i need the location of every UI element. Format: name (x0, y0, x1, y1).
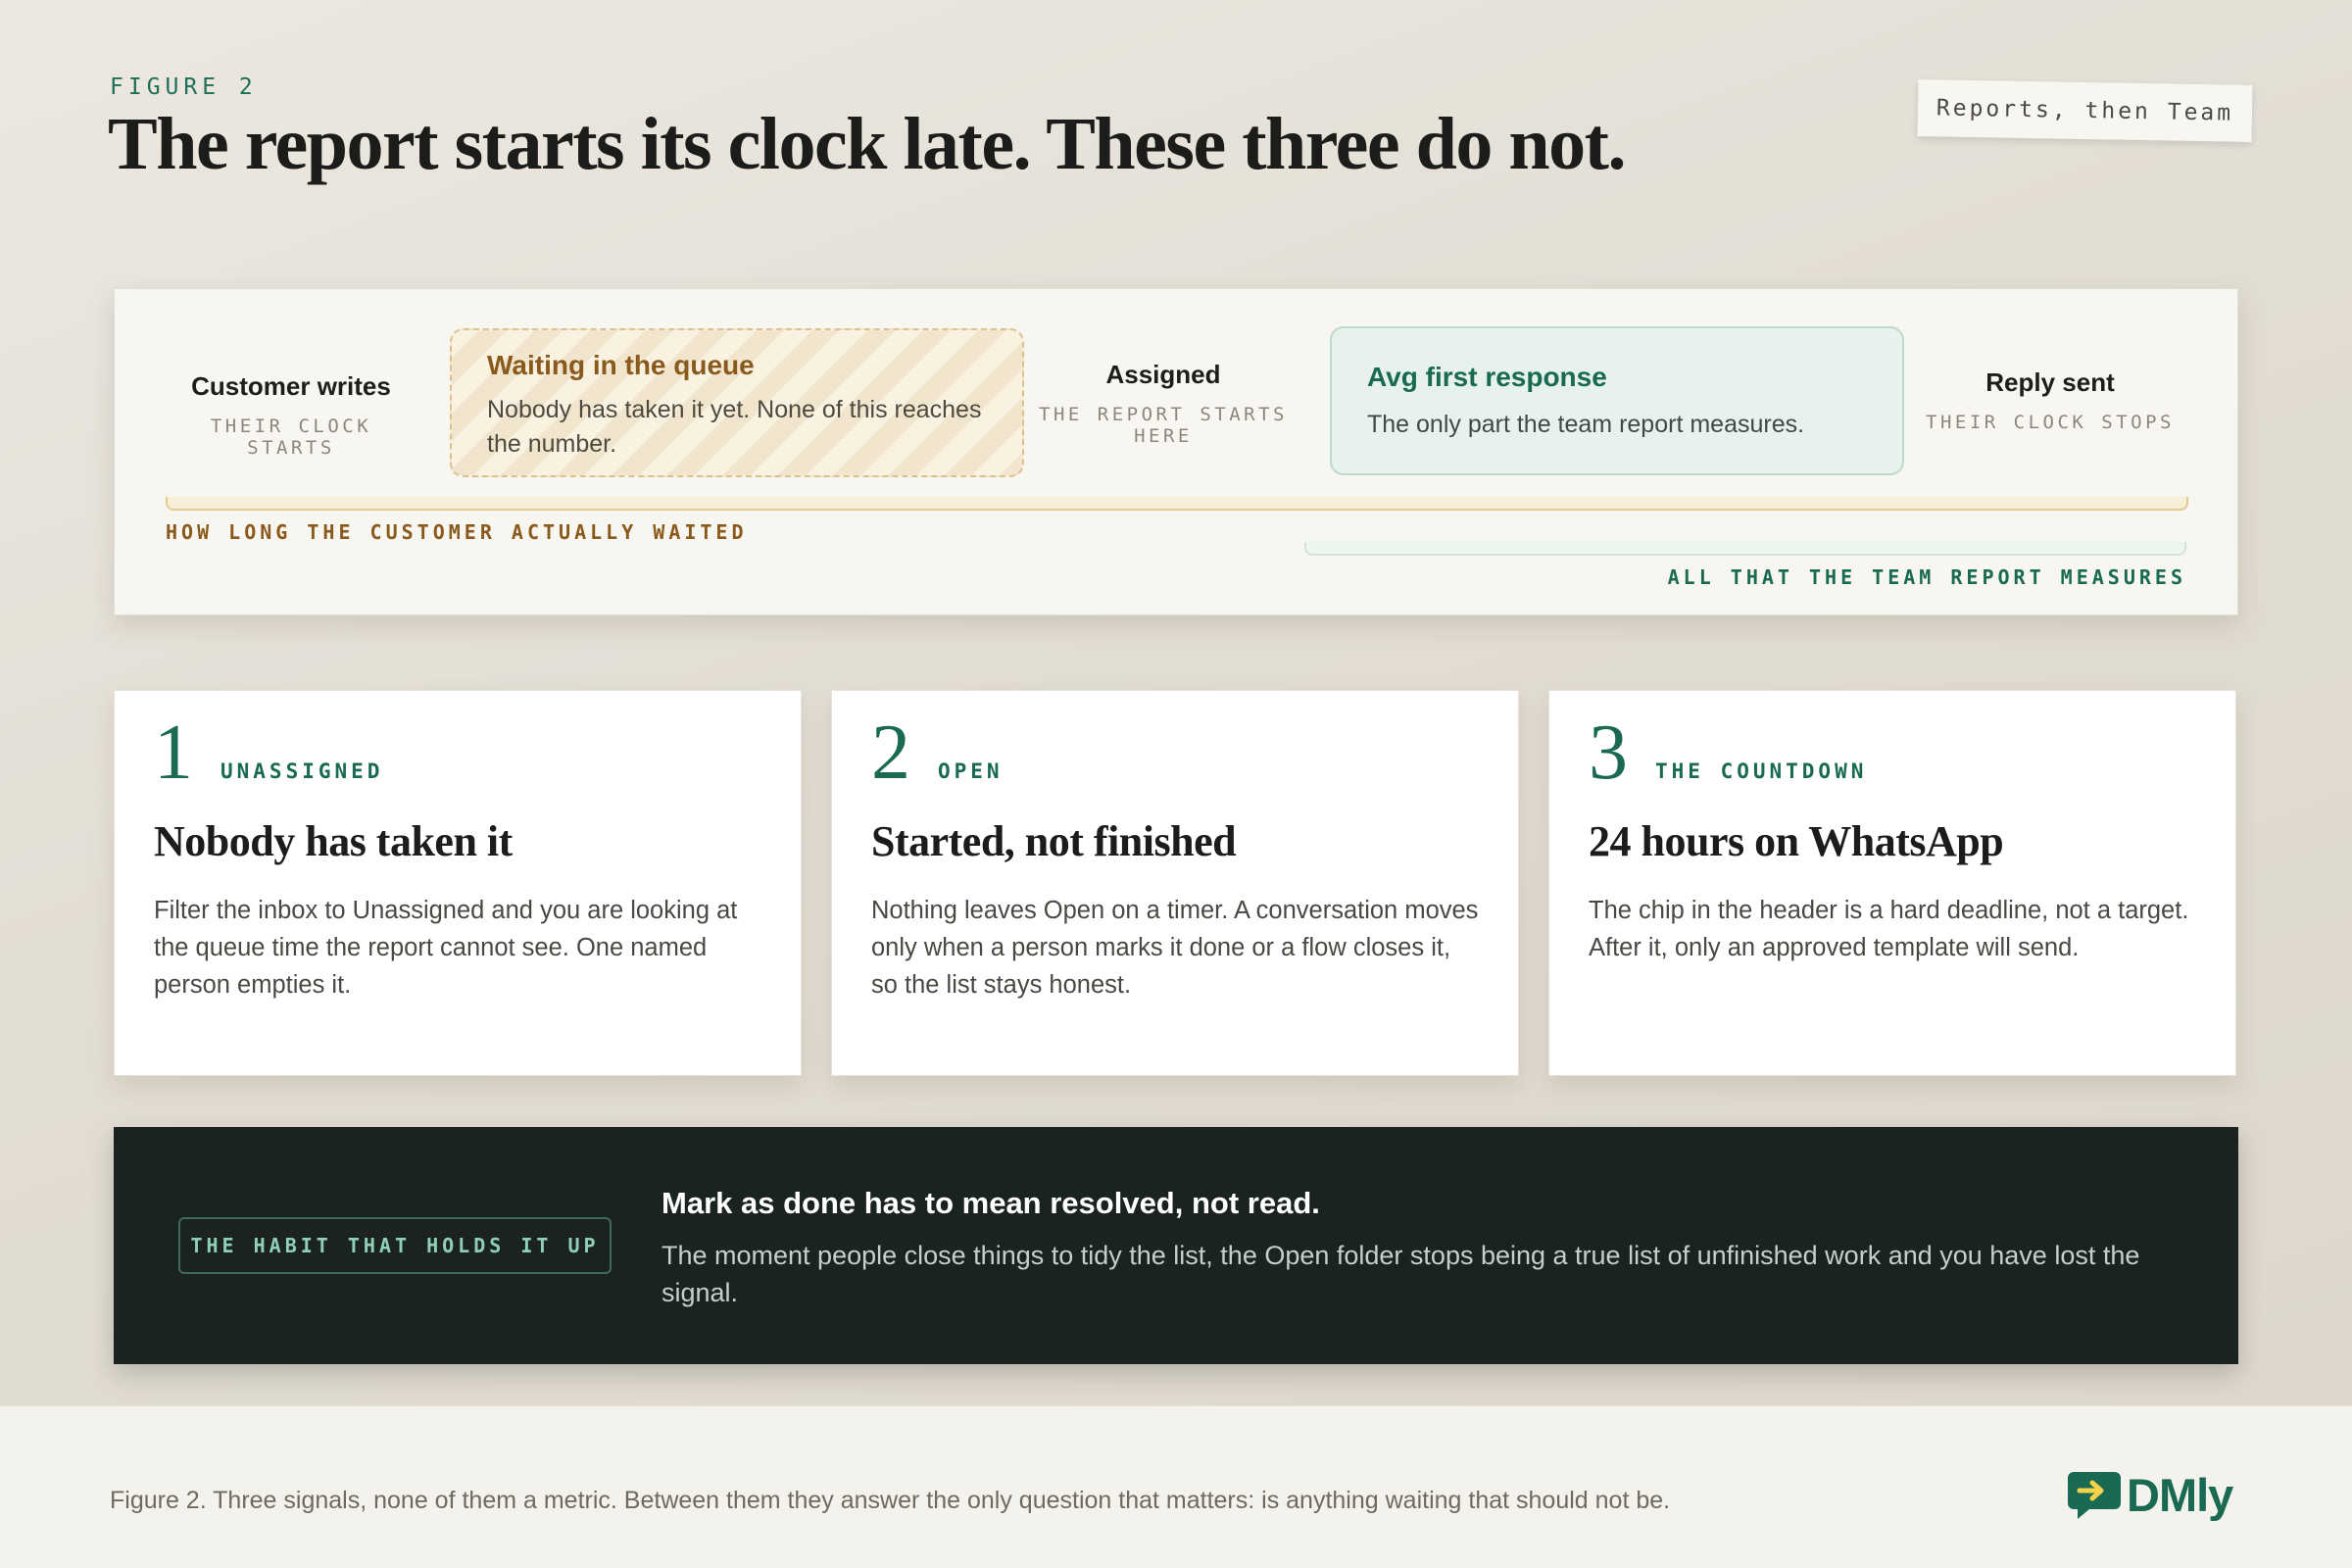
team-report-bracket (1304, 542, 2186, 556)
habit-text: The moment people close things to tidy t… (662, 1241, 2140, 1307)
stage-avg-first-response: Avg first response The only part the tea… (1330, 326, 1904, 475)
stage-subtitle: THEIR CLOCK STOPS (1926, 412, 2175, 433)
card-keyword: UNASSIGNED (220, 760, 384, 783)
card-keyword: THE COUNTDOWN (1655, 760, 1868, 783)
habit-banner: THE HABIT THAT HOLDS IT UP Mark as done … (114, 1127, 2238, 1364)
card-keyword: OPEN (938, 760, 1004, 783)
timeline-diagram: Customer writes THEIR CLOCK STARTS Waiti… (114, 288, 2238, 615)
stage-waiting-queue: Waiting in the queue Nobody has taken it… (450, 328, 1024, 477)
signal-card-unassigned: 1 UNASSIGNED Nobody has taken it Filter … (114, 690, 802, 1076)
card-text: Filter the inbox to Unassigned and you a… (154, 897, 738, 999)
stage-assigned: Assigned THE REPORT STARTS HERE (1036, 360, 1291, 447)
team-report-label: ALL THAT THE TEAM REPORT MEASURES (1667, 565, 2186, 589)
stage-customer-writes: Customer writes THEIR CLOCK STARTS (164, 371, 418, 459)
section-tag: Reports, then Team (1917, 79, 2253, 142)
signal-card-open: 2 OPEN Started, not finished Nothing lea… (831, 690, 1519, 1076)
stage-title: Assigned (1105, 360, 1221, 389)
habit-label-chip: THE HABIT THAT HOLDS IT UP (178, 1217, 612, 1274)
stage-reply-sent: Reply sent THEIR CLOCK STOPS (1923, 368, 2178, 433)
stage-subtitle: THEIR CLOCK STARTS (210, 416, 372, 459)
stage-title: Reply sent (1985, 368, 2115, 397)
card-title: 24 hours on WhatsApp (1589, 817, 2004, 865)
card-number: 1 (154, 710, 193, 796)
habit-title: Mark as done has to mean resolved, not r… (662, 1186, 1320, 1220)
customer-wait-bracket (166, 497, 2188, 511)
avg-title: Avg first response (1367, 362, 1607, 392)
logo-wordmark: DMly (2127, 1468, 2233, 1521)
stage-title: Customer writes (191, 371, 391, 401)
customer-wait-label: HOW LONG THE CUSTOMER ACTUALLY WAITED (166, 520, 748, 544)
brand-logo: DMly (2066, 1465, 2233, 1524)
queue-text: Nobody has taken it yet. None of this re… (487, 396, 982, 458)
card-text: The chip in the header is a hard deadlin… (1589, 897, 2189, 961)
footer: Figure 2. Three signals, none of them a … (0, 1405, 2352, 1568)
stage-subtitle: THE REPORT STARTS HERE (1039, 404, 1288, 447)
card-title: Nobody has taken it (154, 817, 513, 865)
avg-text: The only part the team report measures. (1367, 411, 1805, 438)
signal-card-countdown: 3 THE COUNTDOWN 24 hours on WhatsApp The… (1548, 690, 2236, 1076)
chat-arrow-icon (2068, 1472, 2121, 1519)
card-number: 2 (871, 710, 910, 796)
queue-title: Waiting in the queue (487, 350, 755, 380)
card-title: Started, not finished (871, 817, 1237, 865)
page-title: The report starts its clock late. These … (108, 103, 1626, 185)
figure-label: FIGURE 2 (110, 74, 258, 100)
card-number: 3 (1589, 710, 1628, 796)
card-text: Nothing leaves Open on a timer. A conver… (871, 897, 1479, 999)
figure-caption: Figure 2. Three signals, none of them a … (110, 1487, 1671, 1514)
